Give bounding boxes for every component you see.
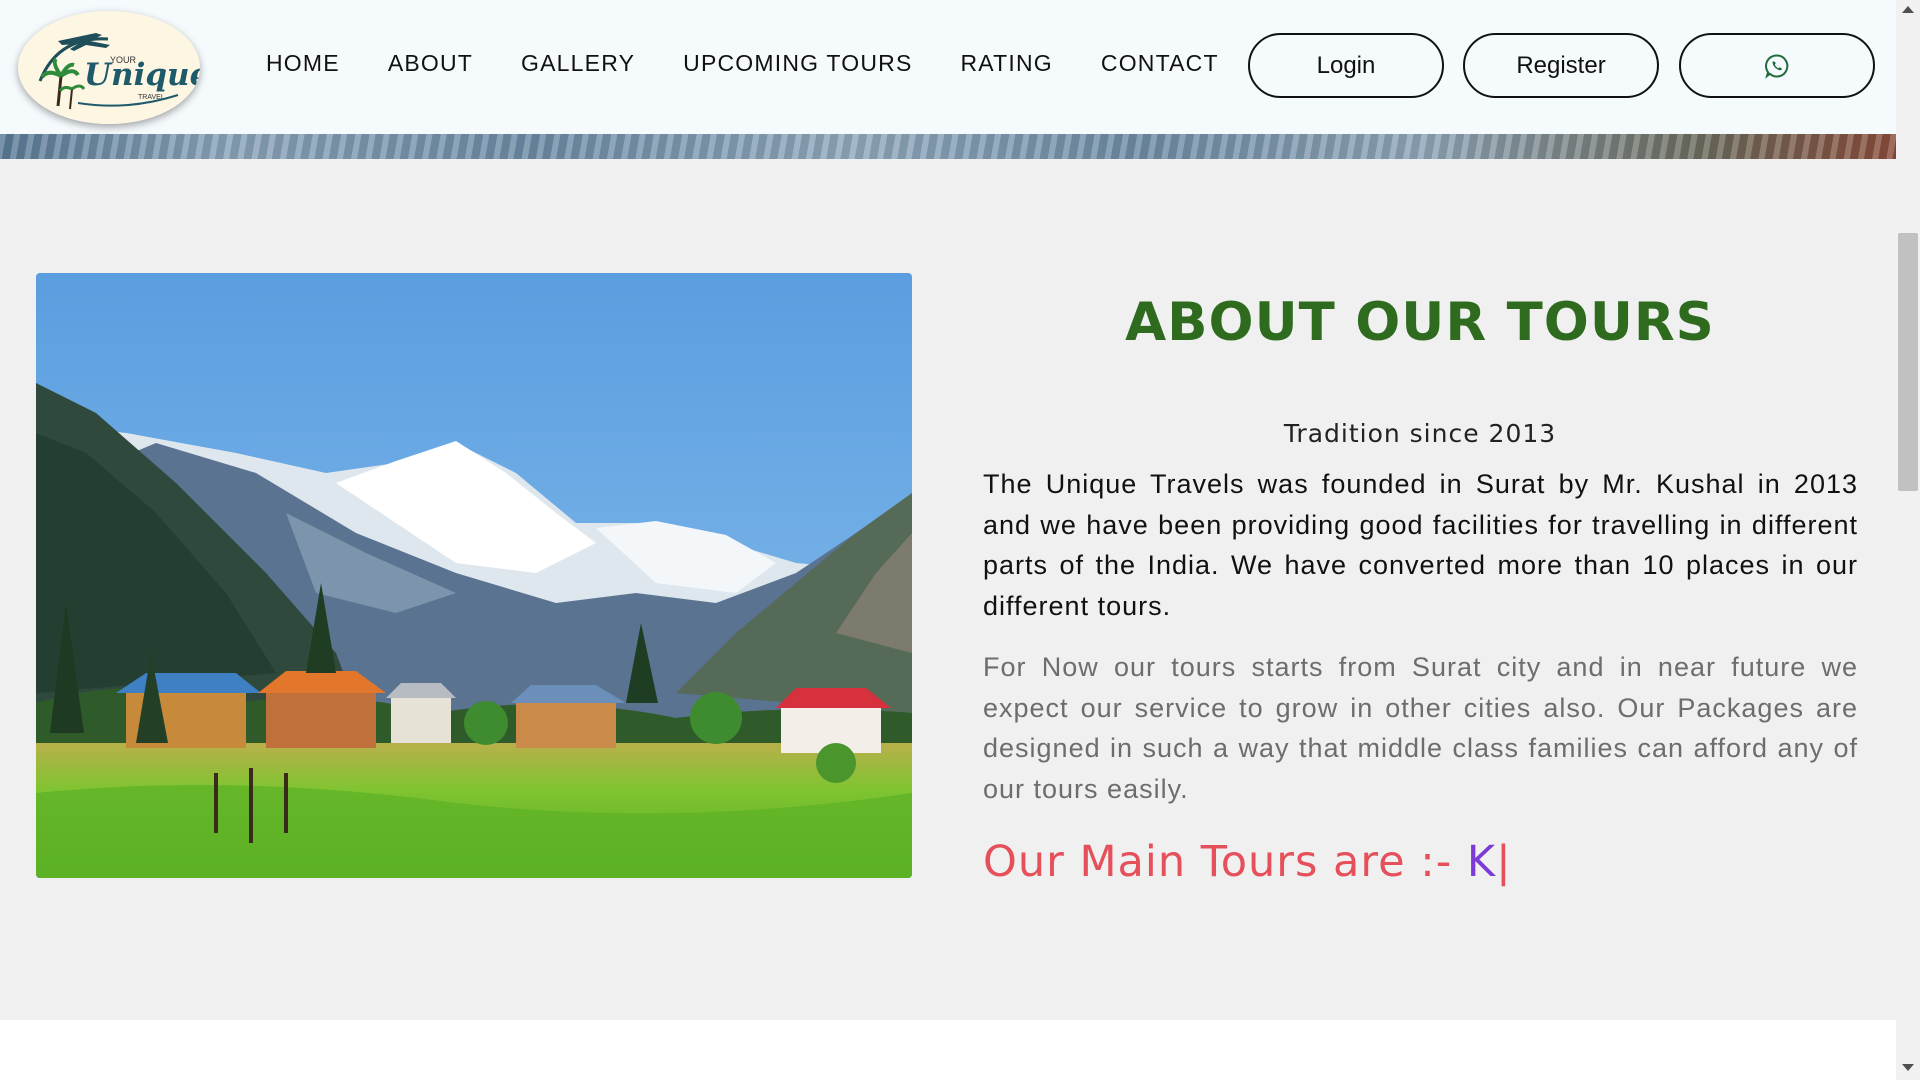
navbar: YOUR Unique TRAVEL HOME ABOUT GALLERY UP… [0,0,1896,134]
whatsapp-button[interactable] [1679,33,1875,98]
about-title: ABOUT OUR TOURS [1125,292,1715,353]
scroll-up-arrow-icon[interactable] [1902,6,1914,13]
about-paragraph-1: The Unique Travels was founded in Surat … [983,469,1858,621]
scrollbar-thumb[interactable] [1898,233,1918,491]
whatsapp-icon [1765,53,1789,79]
nav-link-upcoming-tours[interactable]: UPCOMING TOURS [683,50,912,77]
nav-link-about[interactable]: ABOUT [388,50,473,77]
about-tour-image [36,273,912,878]
nav-link-rating[interactable]: RATING [961,50,1053,77]
register-button[interactable]: Register [1463,33,1659,98]
about-section: ABOUT OUR TOURS Tradition since 2013 The… [0,159,1896,1020]
typing-cursor: | [1496,837,1512,887]
logo-graphic: YOUR Unique TRAVEL [18,11,200,124]
logo-text-unique: Unique [84,57,200,93]
hero-image-strip [0,134,1896,159]
nav-links: HOME ABOUT GALLERY UPCOMING TOURS RATING… [266,50,1267,77]
login-button[interactable]: Login [1248,33,1444,98]
main-tours-heading: Our Main Tours are :- K| [983,837,1512,887]
nav-link-home[interactable]: HOME [266,50,340,77]
scroll-down-arrow-icon[interactable] [1902,1064,1914,1071]
next-section [0,1020,1896,1080]
main-tours-label: Our Main Tours are :- [983,837,1467,887]
main-tours-typed-text: K [1466,837,1497,887]
page-scrollbar[interactable] [1896,0,1920,1080]
nav-link-contact[interactable]: CONTACT [1101,50,1219,77]
nav-link-gallery[interactable]: GALLERY [521,50,635,77]
about-paragraph-2: For Now our tours starts from Surat city… [983,652,1858,804]
about-tagline: Tradition since 2013 [1283,419,1557,448]
site-logo[interactable]: YOUR Unique TRAVEL [18,11,200,124]
mountain-village-illustration [36,273,912,878]
